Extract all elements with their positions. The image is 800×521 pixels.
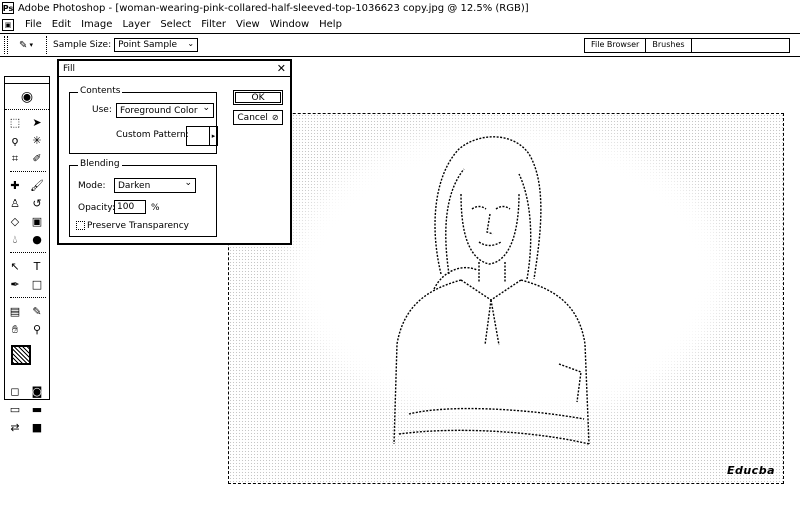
dialog-titlebar[interactable]: Fill ✕: [59, 61, 290, 77]
blending-group: Blending Mode: Darken ⌄ Opacity: 100 % P…: [69, 159, 217, 237]
close-icon[interactable]: ✕: [277, 62, 286, 75]
toolbox-titlebar[interactable]: [5, 77, 49, 84]
preserve-transparency-checkbox[interactable]: [76, 221, 85, 230]
window-title: Adobe Photoshop - [woman-wearing-pink-co…: [18, 2, 529, 14]
preserve-transparency-label: Preserve Transparency: [87, 221, 189, 231]
quick-mask-mode-icon[interactable]: ◙: [29, 383, 45, 399]
menu-select[interactable]: Select: [155, 19, 196, 30]
contents-group: Contents Use: Foreground Color ⌄ Custom …: [69, 86, 218, 154]
dialog-title: Fill: [63, 63, 76, 74]
burn-tool-icon[interactable]: ●: [29, 231, 45, 247]
chevron-right-icon: ▸: [209, 127, 217, 145]
toolbox: ◉ ⬚ ➤ ϙ ✳ ⌗ ✐ ✚ 🖌︎ ♙ ↺ ◇ ▣ 💧︎ ● ↖ T ✒ □ …: [4, 76, 50, 433]
help-icon: ⊘: [271, 113, 279, 122]
sample-size-label: Sample Size:: [53, 40, 112, 50]
notes-tool-icon[interactable]: ▤: [7, 303, 23, 319]
palette-well: File Browser Brushes: [584, 38, 790, 53]
menu-bar: ▣ File Edit Image Layer Select Filter Vi…: [0, 16, 800, 33]
eyedropper-icon: ✎: [19, 39, 28, 51]
color-swatches: [9, 343, 45, 377]
menu-filter[interactable]: Filter: [196, 19, 231, 30]
chevron-down-icon: ▾: [29, 41, 33, 49]
standard-mode-icon[interactable]: ◻: [7, 383, 23, 399]
move-tool-icon[interactable]: ➤: [29, 114, 45, 130]
custom-pattern-picker[interactable]: ▸: [186, 126, 218, 146]
options-bar-grip[interactable]: [4, 36, 8, 54]
mode-label: Mode:: [78, 181, 106, 191]
hand-tool-icon[interactable]: ✋︎: [7, 321, 23, 337]
document-canvas[interactable]: Educba: [228, 113, 784, 484]
zoom-tool-icon[interactable]: ⚲: [29, 321, 45, 337]
blending-legend: Blending: [78, 159, 122, 169]
foreground-color-swatch[interactable]: [11, 345, 31, 365]
brush-tool-icon[interactable]: 🖌︎: [29, 177, 45, 193]
separator: [46, 36, 47, 54]
contents-legend: Contents: [78, 86, 123, 96]
menu-edit[interactable]: Edit: [47, 19, 76, 30]
ok-label: OK: [251, 92, 265, 103]
chevron-down-icon: ⌄: [184, 178, 192, 188]
custom-pattern-label: Custom Pattern:: [116, 130, 189, 140]
use-label: Use:: [92, 105, 112, 115]
options-bar: ✎ ▾ Sample Size: Point Sample ⌄ File Bro…: [0, 33, 800, 57]
cancel-button[interactable]: Cancel ⊘: [233, 110, 283, 125]
eyedropper-tool-icon[interactable]: ✎: [29, 303, 45, 319]
title-bar: Ps Adobe Photoshop - [woman-wearing-pink…: [0, 0, 800, 16]
history-brush-tool-icon[interactable]: ↺: [29, 195, 45, 211]
type-tool-icon[interactable]: T: [29, 258, 45, 274]
jump-to-imageready-icon[interactable]: ⇄: [7, 419, 23, 435]
lasso-tool-icon[interactable]: ϙ: [7, 132, 23, 148]
chevron-down-icon: ⌄: [187, 39, 195, 48]
tab-file-browser[interactable]: File Browser: [585, 39, 647, 52]
photoshop-eye-logo-icon[interactable]: ◉: [5, 84, 49, 110]
shape-tool-icon[interactable]: □: [29, 276, 45, 292]
standard-screen-mode-icon[interactable]: ▭: [7, 401, 23, 417]
fill-dialog: Fill ✕ Contents Use: Foreground Color ⌄ …: [57, 59, 292, 245]
eraser-tool-icon[interactable]: ◇: [7, 213, 23, 229]
ok-button[interactable]: OK: [233, 90, 283, 105]
menu-view[interactable]: View: [231, 19, 265, 30]
opacity-unit: %: [151, 203, 160, 213]
slice-tool-icon[interactable]: ✐: [29, 150, 45, 166]
mode-select[interactable]: Darken ⌄: [114, 178, 196, 193]
crop-tool-icon[interactable]: ⌗: [7, 150, 23, 166]
full-screen-menu-mode-icon[interactable]: ▬: [29, 401, 45, 417]
toolbox-divider: [10, 294, 46, 298]
full-screen-mode-icon[interactable]: ■: [29, 419, 45, 435]
opacity-label: Opacity:: [78, 203, 115, 213]
blur-tool-icon[interactable]: 💧︎: [7, 231, 23, 247]
healing-brush-tool-icon[interactable]: ✚: [7, 177, 23, 193]
toolbox-divider: [10, 168, 46, 172]
pen-tool-icon[interactable]: ✒: [7, 276, 23, 292]
menu-image[interactable]: Image: [76, 19, 117, 30]
menu-window[interactable]: Window: [265, 19, 314, 30]
magic-wand-tool-icon[interactable]: ✳: [29, 132, 45, 148]
mode-value: Darken: [118, 180, 151, 191]
opacity-value: 100: [117, 202, 135, 212]
path-selection-tool-icon[interactable]: ↖: [7, 258, 23, 274]
cancel-label: Cancel: [237, 112, 268, 123]
sample-size-value: Point Sample: [118, 40, 178, 50]
toolbox-divider: [10, 249, 46, 253]
menu-file[interactable]: File: [20, 19, 47, 30]
marquee-tool-icon[interactable]: ⬚: [7, 114, 23, 130]
tab-brushes[interactable]: Brushes: [646, 39, 692, 52]
opacity-input[interactable]: 100: [114, 200, 146, 214]
document-icon[interactable]: ▣: [2, 18, 14, 31]
use-value: Foreground Color: [120, 105, 198, 116]
woman-portrait-image: [393, 136, 590, 445]
menu-layer[interactable]: Layer: [117, 19, 155, 30]
gradient-tool-icon[interactable]: ▣: [29, 213, 45, 229]
sample-size-select[interactable]: Point Sample ⌄: [114, 38, 199, 52]
menu-help[interactable]: Help: [314, 19, 347, 30]
photoshop-app-icon: Ps: [2, 2, 14, 14]
tool-preset-picker[interactable]: ✎ ▾: [12, 36, 40, 54]
watermark: Educba: [726, 464, 775, 477]
clone-stamp-tool-icon[interactable]: ♙: [7, 195, 23, 211]
chevron-down-icon: ⌄: [202, 103, 210, 113]
use-select[interactable]: Foreground Color ⌄: [116, 103, 214, 118]
